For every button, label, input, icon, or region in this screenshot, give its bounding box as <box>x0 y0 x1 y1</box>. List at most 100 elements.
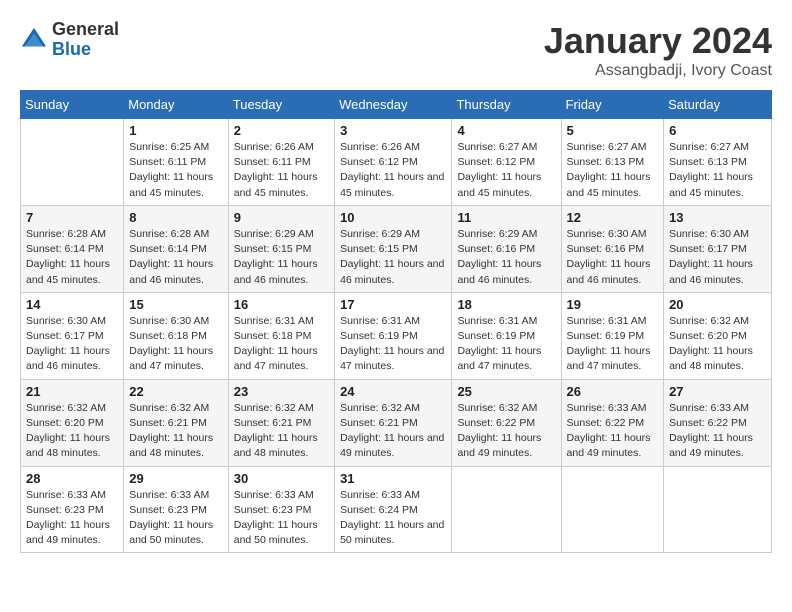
day-number: 10 <box>340 210 446 225</box>
weekday-header-row: SundayMondayTuesdayWednesdayThursdayFrid… <box>21 91 772 119</box>
day-info: Sunrise: 6:28 AM Sunset: 6:14 PM Dayligh… <box>129 227 223 288</box>
weekday-header: Wednesday <box>335 91 452 119</box>
calendar-cell <box>21 119 124 206</box>
title-block: January 2024 Assangbadji, Ivory Coast <box>544 20 772 80</box>
logo-general: General <box>52 19 119 39</box>
day-info: Sunrise: 6:33 AM Sunset: 6:22 PM Dayligh… <box>669 401 766 462</box>
day-info: Sunrise: 6:31 AM Sunset: 6:19 PM Dayligh… <box>567 314 659 375</box>
day-info: Sunrise: 6:25 AM Sunset: 6:11 PM Dayligh… <box>129 140 223 201</box>
day-info: Sunrise: 6:26 AM Sunset: 6:11 PM Dayligh… <box>234 140 329 201</box>
day-info: Sunrise: 6:30 AM Sunset: 6:18 PM Dayligh… <box>129 314 223 375</box>
day-info: Sunrise: 6:30 AM Sunset: 6:16 PM Dayligh… <box>567 227 659 288</box>
day-number: 2 <box>234 123 329 138</box>
day-number: 23 <box>234 384 329 399</box>
calendar-cell: 31 Sunrise: 6:33 AM Sunset: 6:24 PM Dayli… <box>335 466 452 553</box>
calendar-week-row: 28Sunrise: 6:33 AM Sunset: 6:23 PM Dayli… <box>21 466 772 553</box>
day-number: 1 <box>129 123 223 138</box>
calendar-cell: 17Sunrise: 6:31 AM Sunset: 6:19 PM Dayli… <box>335 292 452 379</box>
day-number: 18 <box>457 297 555 312</box>
day-info: Sunrise: 6:27 AM Sunset: 6:12 PM Dayligh… <box>457 140 555 201</box>
day-number: 26 <box>567 384 659 399</box>
calendar-cell: 12Sunrise: 6:30 AM Sunset: 6:16 PM Dayli… <box>561 205 664 292</box>
calendar-cell: 16Sunrise: 6:31 AM Sunset: 6:18 PM Dayli… <box>228 292 334 379</box>
calendar-cell: 6 Sunrise: 6:27 AM Sunset: 6:13 PM Daylig… <box>664 119 772 206</box>
day-number: 3 <box>340 123 446 138</box>
calendar-cell: 10 Sunrise: 6:29 AM Sunset: 6:15 PM Dayli… <box>335 205 452 292</box>
day-number: 30 <box>234 471 329 486</box>
logo-blue: Blue <box>52 39 91 59</box>
calendar-week-row: 1 Sunrise: 6:25 AM Sunset: 6:11 PM Daylig… <box>21 119 772 206</box>
day-info: Sunrise: 6:33 AM Sunset: 6:24 PM Dayligh… <box>340 488 446 549</box>
day-info: Sunrise: 6:33 AM Sunset: 6:22 PM Dayligh… <box>567 401 659 462</box>
calendar-cell: 15 Sunrise: 6:30 AM Sunset: 6:18 PM Dayli… <box>124 292 229 379</box>
calendar-cell: 30Sunrise: 6:33 AM Sunset: 6:23 PM Dayli… <box>228 466 334 553</box>
day-number: 31 <box>340 471 446 486</box>
logo: General Blue <box>20 20 119 60</box>
day-number: 13 <box>669 210 766 225</box>
calendar-cell: 24Sunrise: 6:32 AM Sunset: 6:21 PM Dayli… <box>335 379 452 466</box>
day-number: 17 <box>340 297 446 312</box>
calendar-cell: 23Sunrise: 6:32 AM Sunset: 6:21 PM Dayli… <box>228 379 334 466</box>
day-info: Sunrise: 6:30 AM Sunset: 6:17 PM Dayligh… <box>669 227 766 288</box>
day-number: 14 <box>26 297 118 312</box>
calendar-cell: 29 Sunrise: 6:33 AM Sunset: 6:23 PM Dayli… <box>124 466 229 553</box>
calendar-cell: 4 Sunrise: 6:27 AM Sunset: 6:12 PM Daylig… <box>452 119 561 206</box>
day-info: Sunrise: 6:29 AM Sunset: 6:15 PM Dayligh… <box>234 227 329 288</box>
day-number: 4 <box>457 123 555 138</box>
day-number: 5 <box>567 123 659 138</box>
calendar-cell: 1 Sunrise: 6:25 AM Sunset: 6:11 PM Daylig… <box>124 119 229 206</box>
calendar-cell: 26 Sunrise: 6:33 AM Sunset: 6:22 PM Dayli… <box>561 379 664 466</box>
page-header: General Blue January 2024 Assangbadji, I… <box>20 20 772 80</box>
calendar-cell: 5 Sunrise: 6:27 AM Sunset: 6:13 PM Daylig… <box>561 119 664 206</box>
calendar-cell: 9 Sunrise: 6:29 AM Sunset: 6:15 PM Daylig… <box>228 205 334 292</box>
day-info: Sunrise: 6:27 AM Sunset: 6:13 PM Dayligh… <box>567 140 659 201</box>
calendar-cell: 20 Sunrise: 6:32 AM Sunset: 6:20 PM Dayli… <box>664 292 772 379</box>
day-info: Sunrise: 6:32 AM Sunset: 6:20 PM Dayligh… <box>669 314 766 375</box>
day-number: 9 <box>234 210 329 225</box>
calendar-table: SundayMondayTuesdayWednesdayThursdayFrid… <box>20 90 772 553</box>
day-number: 19 <box>567 297 659 312</box>
calendar-cell: 27 Sunrise: 6:33 AM Sunset: 6:22 PM Dayli… <box>664 379 772 466</box>
weekday-header: Thursday <box>452 91 561 119</box>
day-info: Sunrise: 6:33 AM Sunset: 6:23 PM Dayligh… <box>129 488 223 549</box>
calendar-cell: 19 Sunrise: 6:31 AM Sunset: 6:19 PM Dayli… <box>561 292 664 379</box>
day-info: Sunrise: 6:29 AM Sunset: 6:15 PM Dayligh… <box>340 227 446 288</box>
calendar-cell <box>664 466 772 553</box>
day-number: 21 <box>26 384 118 399</box>
day-number: 11 <box>457 210 555 225</box>
day-number: 16 <box>234 297 329 312</box>
day-info: Sunrise: 6:26 AM Sunset: 6:12 PM Dayligh… <box>340 140 446 201</box>
day-number: 7 <box>26 210 118 225</box>
calendar-cell: 11 Sunrise: 6:29 AM Sunset: 6:16 PM Dayli… <box>452 205 561 292</box>
calendar-cell: 25Sunrise: 6:32 AM Sunset: 6:22 PM Dayli… <box>452 379 561 466</box>
day-number: 8 <box>129 210 223 225</box>
day-number: 27 <box>669 384 766 399</box>
day-number: 22 <box>129 384 223 399</box>
calendar-cell: 13 Sunrise: 6:30 AM Sunset: 6:17 PM Dayli… <box>664 205 772 292</box>
day-number: 15 <box>129 297 223 312</box>
calendar-cell: 8 Sunrise: 6:28 AM Sunset: 6:14 PM Daylig… <box>124 205 229 292</box>
day-number: 29 <box>129 471 223 486</box>
day-info: Sunrise: 6:30 AM Sunset: 6:17 PM Dayligh… <box>26 314 118 375</box>
day-info: Sunrise: 6:33 AM Sunset: 6:23 PM Dayligh… <box>26 488 118 549</box>
logo-icon <box>20 26 48 54</box>
calendar-week-row: 21 Sunrise: 6:32 AM Sunset: 6:20 PM Dayli… <box>21 379 772 466</box>
month-title: January 2024 <box>544 20 772 62</box>
weekday-header: Friday <box>561 91 664 119</box>
weekday-header: Sunday <box>21 91 124 119</box>
day-number: 20 <box>669 297 766 312</box>
weekday-header: Monday <box>124 91 229 119</box>
calendar-cell: 21 Sunrise: 6:32 AM Sunset: 6:20 PM Dayli… <box>21 379 124 466</box>
day-info: Sunrise: 6:32 AM Sunset: 6:20 PM Dayligh… <box>26 401 118 462</box>
calendar-cell <box>561 466 664 553</box>
day-info: Sunrise: 6:31 AM Sunset: 6:19 PM Dayligh… <box>457 314 555 375</box>
day-info: Sunrise: 6:29 AM Sunset: 6:16 PM Dayligh… <box>457 227 555 288</box>
calendar-cell: 28Sunrise: 6:33 AM Sunset: 6:23 PM Dayli… <box>21 466 124 553</box>
day-number: 25 <box>457 384 555 399</box>
weekday-header: Tuesday <box>228 91 334 119</box>
day-number: 6 <box>669 123 766 138</box>
logo-text: General Blue <box>52 20 119 60</box>
day-info: Sunrise: 6:27 AM Sunset: 6:13 PM Dayligh… <box>669 140 766 201</box>
day-number: 24 <box>340 384 446 399</box>
calendar-cell: 18 Sunrise: 6:31 AM Sunset: 6:19 PM Dayli… <box>452 292 561 379</box>
